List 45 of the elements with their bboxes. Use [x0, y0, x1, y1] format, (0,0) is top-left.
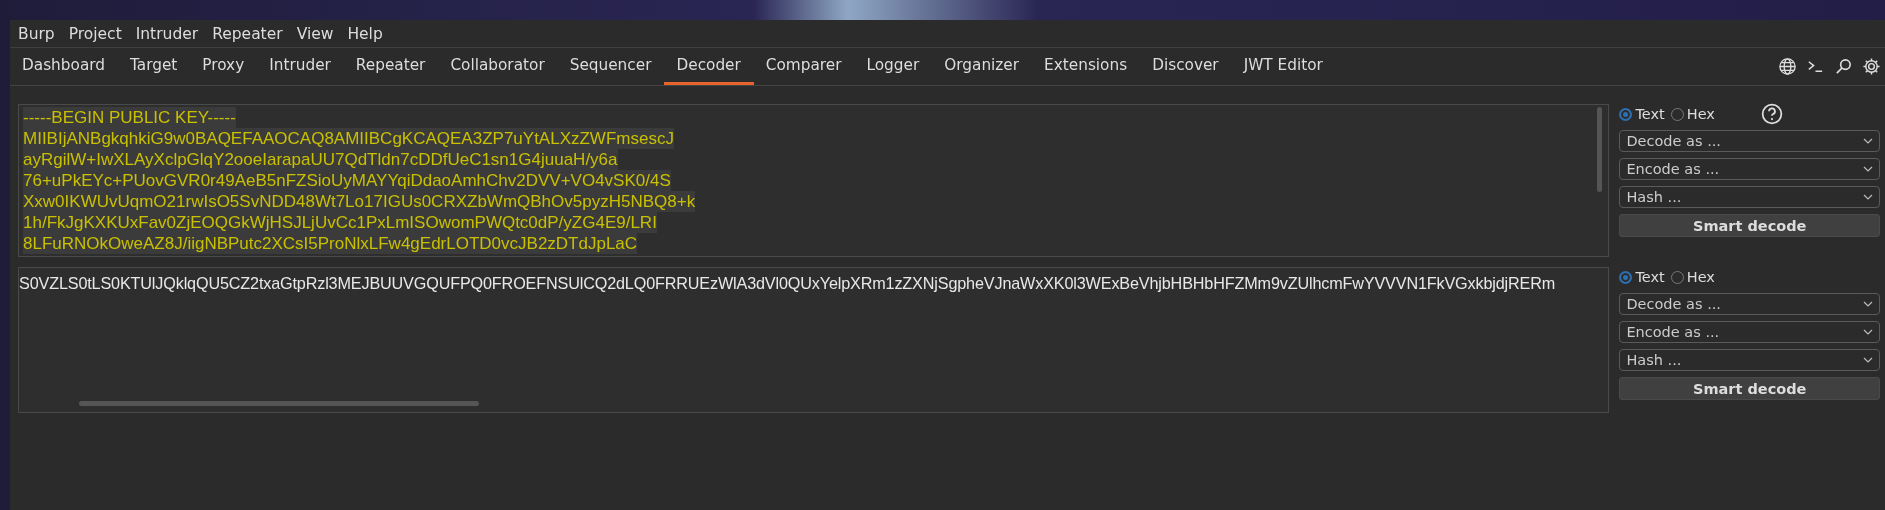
menu-item[interactable]: Help — [343, 24, 393, 43]
tab[interactable]: Target — [118, 48, 191, 85]
text-editor[interactable] — [18, 104, 1610, 257]
radio-button[interactable]: Text — [1619, 269, 1665, 285]
menu-item[interactable]: Intruder — [131, 24, 209, 43]
tab[interactable]: Repeater — [343, 48, 439, 85]
dropdown[interactable]: Hash ... — [1619, 349, 1880, 371]
radio-button[interactable]: Hex — [1670, 106, 1715, 122]
chevron-icon — [1863, 194, 1873, 200]
dropdown[interactable]: Decode as ... — [1619, 293, 1880, 315]
tab[interactable]: Dashboard — [10, 48, 118, 85]
tab[interactable]: Decoder — [664, 48, 754, 85]
radio-button[interactable]: Hex — [1670, 269, 1715, 285]
tab[interactable]: Collaborator — [438, 48, 558, 85]
chevron-icon — [1863, 166, 1873, 172]
chevron-icon — [1863, 329, 1873, 335]
dropdown[interactable]: Decode as ... — [1619, 130, 1880, 152]
menu-item[interactable]: Repeater — [208, 24, 293, 43]
settings-icon[interactable] — [1862, 57, 1881, 76]
globe-icon[interactable] — [1778, 57, 1797, 76]
smart-decode-button[interactable]: Smart decode — [1619, 214, 1880, 237]
menu-item[interactable]: View — [292, 24, 344, 43]
menu-item[interactable]: Project — [64, 24, 132, 43]
tab[interactable]: Proxy — [190, 48, 258, 85]
tab[interactable]: Organizer — [932, 48, 1033, 85]
tab[interactable]: JWT Editor — [1231, 48, 1336, 85]
text-editor[interactable]: S0VZLS0tLS0KTUlJQklqQU5CZ2txaGtpRzl3MEJBUUVGQUFPQ0FROEFNSUlCQ2dLQ0FRRUEzWlA3dVl0QUxYelpXRm1zZXNjSgpheVJnaWxXK0l3WExBeVhjbHBHbHFZMm9vZUlhcmFwYVVVN1FkVGxkbjdjRERm — [18, 267, 1610, 413]
help-icon[interactable] — [1760, 103, 1783, 125]
tab[interactable]: Extensions — [1032, 48, 1141, 85]
dropdown[interactable]: Hash ... — [1619, 186, 1880, 208]
dropdown[interactable]: Encode as ... — [1619, 158, 1880, 180]
search-icon[interactable] — [1834, 57, 1853, 76]
tab[interactable]: Comparer — [753, 48, 855, 85]
tab[interactable]: Sequencer — [557, 48, 665, 85]
dropdown[interactable]: Encode as ... — [1619, 321, 1880, 343]
smart-decode-button[interactable]: Smart decode — [1619, 377, 1880, 400]
radio-button[interactable]: Text — [1619, 106, 1665, 122]
chevron-icon — [1863, 301, 1873, 307]
chevron-icon — [1863, 357, 1873, 363]
tab[interactable]: Intruder — [257, 48, 344, 85]
tab[interactable]: Logger — [854, 48, 933, 85]
editor-text-line: S0VZLS0tLS0KTUlJQklqQU5CZ2txaGtpRzl3MEJBUUVGQUFPQ0FROEFNSUlCQ2dLQ0FRRUEzWlA3dVl0QUxYelpXRm1zZXNjSgpheVJnaWxXK0l3WExBeVhjbHBHbHFZMm9vZUlhcmFwYVVVN1FkVGxkbjdjRERm — [19, 273, 1556, 294]
tab[interactable]: Discover — [1140, 48, 1232, 85]
menu-item[interactable]: Burp — [14, 24, 65, 43]
chevron-icon — [1863, 138, 1873, 144]
